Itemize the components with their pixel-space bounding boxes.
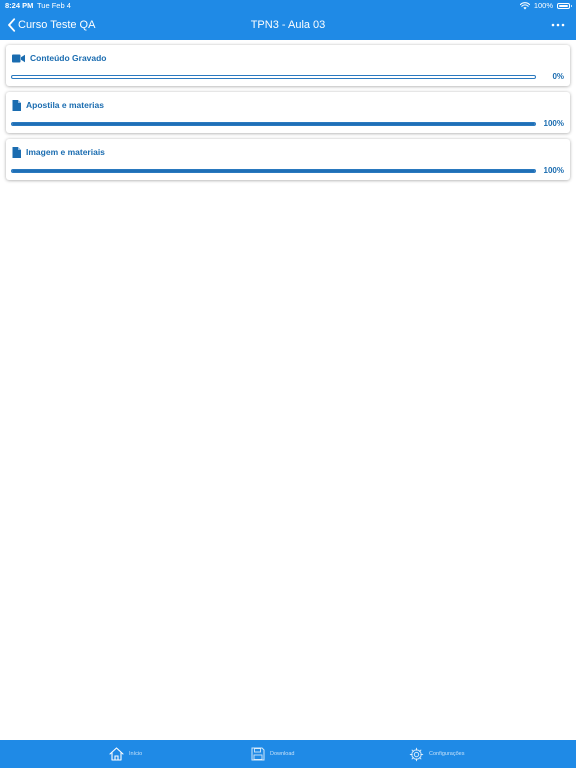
tab-bar: Início Download Configurações	[0, 740, 576, 768]
tab-download-label: Download	[270, 751, 295, 757]
progress-label: 0%	[552, 72, 564, 81]
floppy-disk-icon	[251, 747, 265, 761]
progress-bar	[11, 75, 536, 79]
gear-icon	[409, 747, 424, 761]
content-card-image[interactable]: Imagem e materiais 100%	[6, 139, 570, 180]
card-header: Imagem e materiais	[12, 146, 105, 158]
page-title: TPN3 - Aula 03	[250, 19, 326, 31]
wifi-icon	[519, 2, 530, 10]
progress-label: 100%	[543, 119, 564, 128]
battery-icon	[557, 3, 572, 9]
content-card-handout[interactable]: Apostila e materias 100%	[6, 92, 570, 133]
progress-bar-fill	[12, 123, 535, 125]
card-title: Conteúdo Gravado	[30, 53, 107, 63]
battery-percent: 100%	[533, 1, 553, 10]
tab-settings[interactable]: Configurações	[409, 740, 464, 768]
video-camera-icon	[12, 54, 25, 62]
content-list: Conteúdo Gravado 0% Apostila e materias …	[6, 45, 570, 186]
more-options-button[interactable]	[550, 18, 566, 32]
card-title: Imagem e materiais	[26, 147, 105, 157]
status-date: Tue Feb 4	[37, 1, 71, 10]
progress-label: 100%	[543, 166, 564, 175]
home-icon	[109, 747, 124, 761]
status-bar: 8:24 PM Tue Feb 4 100%	[0, 0, 576, 12]
more-horizontal-icon	[551, 23, 565, 27]
document-icon	[12, 146, 21, 158]
tab-download[interactable]: Download	[251, 740, 294, 768]
status-indicators: 100%	[519, 0, 572, 12]
top-bar: 8:24 PM Tue Feb 4 100% Curso Teste QA TP…	[0, 0, 576, 40]
card-title: Apostila e materias	[26, 100, 104, 110]
progress-bar-fill	[12, 170, 535, 172]
progress-bar	[11, 122, 536, 126]
status-time: 8:24 PM	[5, 1, 34, 10]
card-header: Apostila e materias	[12, 99, 104, 111]
progress-bar	[11, 169, 536, 173]
tab-home[interactable]: Início	[109, 740, 142, 768]
tab-settings-label: Configurações	[429, 751, 465, 757]
tab-home-label: Início	[129, 751, 143, 757]
document-icon	[12, 99, 21, 111]
card-header: Conteúdo Gravado	[12, 52, 107, 64]
content-card-recorded[interactable]: Conteúdo Gravado 0%	[6, 45, 570, 86]
